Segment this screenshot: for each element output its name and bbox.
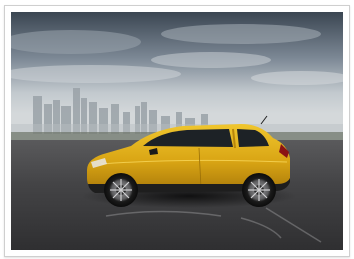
car-photo-illustration (11, 12, 343, 250)
car-photo[interactable] (11, 12, 343, 250)
rear-wheel (242, 173, 276, 207)
front-wheel (104, 173, 138, 207)
photo-frame (4, 5, 350, 257)
